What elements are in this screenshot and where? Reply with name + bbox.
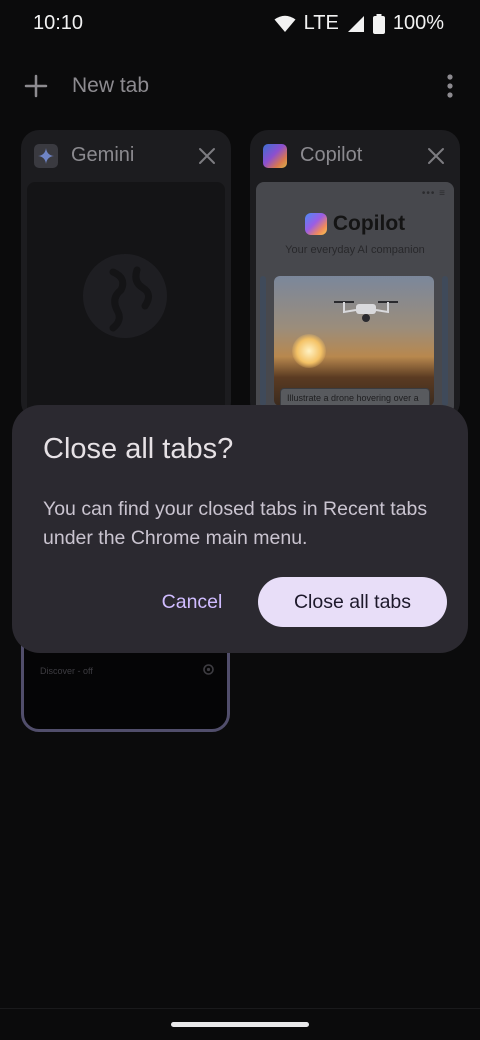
- signal-icon: [347, 15, 365, 33]
- more-horiz-icon: ••• ≡: [421, 188, 446, 199]
- discover-status: Discover - off: [40, 666, 93, 676]
- gemini-sparkle-icon: [34, 144, 58, 168]
- dialog-message: You can find your closed tabs in Recent …: [43, 498, 428, 549]
- status-bar: 10:10 LTE 100%: [0, 0, 480, 48]
- battery-percent: 100%: [392, 12, 444, 34]
- close-all-tabs-dialog: Close all tabs? You can find your closed…: [12, 405, 468, 653]
- new-tab-button[interactable]: New tab: [72, 74, 149, 98]
- dialog-title: Close all tabs?: [43, 433, 234, 465]
- tab-title: Gemini: [71, 144, 135, 166]
- close-all-tabs-button[interactable]: Close all tabs: [258, 577, 447, 627]
- more-vert-icon[interactable]: [438, 70, 462, 102]
- tab-thumbnail: ••• ≡ Copilot Your everyday AI companion…: [256, 182, 454, 414]
- status-indicators: LTE 100%: [274, 12, 444, 35]
- tab-card-copilot[interactable]: Copilot ••• ≡ Copilot Your everyday AI c…: [250, 130, 460, 420]
- copilot-heading: Copilot: [332, 212, 406, 235]
- plus-icon[interactable]: [22, 72, 50, 100]
- status-time: 10:10: [33, 12, 84, 34]
- drone-icon: [334, 301, 398, 322]
- tab-title: Copilot: [300, 144, 363, 166]
- tab-switcher-toolbar: New tab: [0, 62, 480, 110]
- copilot-subtitle: Your everyday AI companion: [285, 244, 425, 256]
- copilot-heading-row: Copilot: [256, 212, 454, 236]
- globe-icon: [83, 254, 167, 338]
- cancel-button[interactable]: Cancel: [142, 577, 242, 627]
- copilot-logo-icon: [304, 213, 327, 235]
- close-icon[interactable]: [197, 146, 217, 166]
- gear-icon: [202, 663, 215, 676]
- tab-header: Gemini: [21, 130, 231, 182]
- battery-icon: [372, 13, 385, 34]
- network-type: LTE: [303, 12, 339, 34]
- close-icon[interactable]: [426, 146, 446, 166]
- gesture-nav-handle[interactable]: [171, 1022, 309, 1027]
- copilot-logo-icon: [263, 144, 287, 168]
- nav-divider: [0, 1008, 480, 1009]
- carousel-edge: [260, 276, 266, 406]
- wifi-icon: [274, 15, 296, 33]
- sun-glow: [292, 334, 326, 368]
- carousel-edge: [442, 276, 448, 406]
- tab-thumbnail: [27, 182, 225, 414]
- tab-card-gemini[interactable]: Gemini: [21, 130, 231, 420]
- tab-header: Copilot: [250, 130, 460, 182]
- drone-image: [274, 276, 434, 406]
